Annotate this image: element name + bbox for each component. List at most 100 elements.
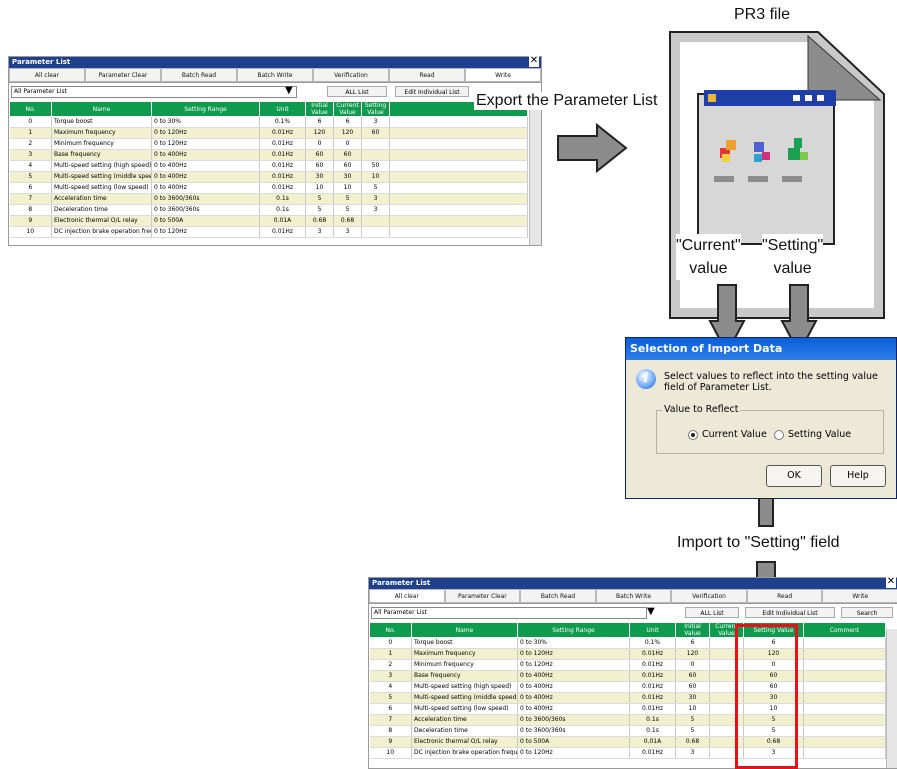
edit-individual-list-button[interactable]: Edit Individual List [745,607,835,618]
table-row[interactable]: 0 Torque boost 0 to 30% 0.1% 6 6 [369,637,886,649]
table-cell: 0.68 [305,215,334,227]
batch-write-button[interactable]: Batch Write [237,68,313,82]
ok-button[interactable]: OK [766,465,822,487]
table-row[interactable]: 8 Deceleration time 0 to 3600/360s 0.1s 5 5 [369,725,886,737]
column-header[interactable]: No. [9,101,52,117]
table-cell-blank [389,226,528,238]
table-cell: 10 [675,703,710,715]
table-cell: 0 to 30% [151,116,260,128]
table-row[interactable]: 3 Base frequency 0 to 400Hz 0.01Hz 60 60 [369,670,886,682]
table-cell: 3 [675,747,710,759]
table-cell: 60 [333,160,362,172]
table-cell: Deceleration time [411,725,518,737]
parameter-list-select[interactable]: All Parameter List [11,86,297,98]
table-row[interactable]: 0 Torque boost 0 to 30% 0.1% 6 6 3 [9,116,528,128]
table-row[interactable]: 4 Multi-speed setting (high speed) 0 to 40… [9,160,528,172]
table-cell: 9 [369,736,412,748]
table-cell: 3 [361,204,390,216]
table-row[interactable]: 7 Acceleration time 0 to 3600/360s 0.1s 5 5 [369,714,886,726]
top-window-title: Parameter List [12,58,71,66]
edit-individual-list-button[interactable]: Edit Individual List [395,86,469,97]
all-clear-button[interactable]: All clear [369,589,445,603]
table-cell [803,670,886,682]
table-cell: 60 [675,670,710,682]
column-header[interactable]: Initial Value [305,101,334,117]
table-row[interactable]: 6 Multi-speed setting (low speed) 0 to 400… [9,182,528,194]
table-cell [803,648,886,660]
top-scrollbar[interactable] [529,99,541,245]
table-cell: 0.1% [629,637,676,649]
write-button[interactable]: Write [822,589,897,603]
table-cell: 30 [333,171,362,183]
column-header[interactable]: Name [411,622,518,638]
table-row[interactable]: 5 Multi-speed setting (middle speed) 0 to … [369,692,886,704]
table-cell: 0 [333,138,362,150]
table-row[interactable]: 3 Base frequency 0 to 400Hz 0.01Hz 60 60 [9,149,528,161]
table-row[interactable]: 6 Multi-speed setting (low speed) 0 to 400… [369,703,886,715]
table-cell: Multi-speed setting (high speed) [51,160,152,172]
pr3-file-label: PR3 file [734,6,791,23]
table-cell-blank [389,215,528,227]
column-header[interactable]: No. [369,622,412,638]
batch-read-button[interactable]: Batch Read [520,589,596,603]
search-button[interactable]: Search [841,607,893,618]
read-button[interactable]: Read [746,589,823,603]
radio-unselected-icon [774,429,784,440]
table-cell: 5 [675,714,710,726]
read-button[interactable]: Read [389,68,465,82]
dropdown-arrow-icon[interactable]: ▼ [647,606,655,618]
all-list-button[interactable]: ALL List [327,86,387,97]
table-row[interactable]: 1 Maximum frequency 0 to 120Hz 0.01Hz 120 120 [369,648,886,660]
setting-value-radio[interactable]: Setting Value [774,429,851,440]
table-cell: 0 to 400Hz [151,171,260,183]
column-header[interactable]: Current Value [333,101,362,117]
batch-read-button[interactable]: Batch Read [161,68,237,82]
table-cell: Electronic thermal O/L relay [411,736,518,748]
table-cell: 6 [9,182,52,194]
parameter-list-select[interactable]: All Parameter List [371,607,647,619]
table-cell: 8 [369,725,412,737]
table-row[interactable]: 9 Electronic thermal O/L relay 0 to 500A 0.… [369,736,886,748]
verification-button[interactable]: Verification [671,589,747,603]
table-row[interactable]: 8 Deceleration time 0 to 3600/360s 0.1s 5 5 3 [9,204,528,216]
table-row[interactable]: 10DC injection brake operation frequency… [369,747,886,759]
column-header[interactable]: Initial Value [675,622,710,638]
table-cell: Acceleration time [51,193,152,205]
current-value-radio[interactable]: Current Value [688,429,767,440]
all-list-button[interactable]: ALL List [685,607,739,618]
table-cell: 6 [675,637,710,649]
close-icon[interactable]: ✕ [886,576,896,588]
column-header[interactable]: Name [51,101,152,117]
write-button[interactable]: Write [465,68,541,82]
parameter-clear-button[interactable]: Parameter Clear [85,68,161,82]
verification-button[interactable]: Verification [313,68,389,82]
column-header[interactable]: Unit [259,101,306,117]
bottom-scrollbar[interactable] [886,629,897,768]
table-row[interactable]: 2 Minimum frequency 0 to 120Hz 0.01Hz 0 0 [9,138,528,150]
column-header[interactable]: Unit [629,622,676,638]
all-clear-button[interactable]: All clear [9,68,85,82]
table-row[interactable]: 7 Acceleration time 0 to 3600/360s 0.1s 5 5 3 [9,193,528,205]
table-row[interactable]: 10DC injection brake operation frequency… [9,226,528,238]
batch-write-button[interactable]: Batch Write [595,589,672,603]
help-button[interactable]: Help [830,465,886,487]
table-cell: 1 [9,127,52,139]
table-row[interactable]: 9 Electronic thermal O/L relay 0 to 500A 0.… [9,215,528,227]
table-cell [803,659,886,671]
table-row[interactable]: 5 Multi-speed setting (middle speed) 0 to … [9,171,528,183]
table-row[interactable]: 2 Minimum frequency 0 to 120Hz 0.01Hz 0 0 [369,659,886,671]
table-cell: 0 to 3600/360s [151,204,260,216]
column-header[interactable]: Setting Value [361,101,390,117]
table-row[interactable]: 4 Multi-speed setting (high speed) 0 to 40… [369,681,886,693]
table-row[interactable]: 1 Maximum frequency 0 to 120Hz 0.01Hz 120 120… [9,127,528,139]
dropdown-arrow-icon[interactable]: ▼ [285,85,293,97]
column-header[interactable]: Setting Range [151,101,260,117]
dialog-message: Select values to reflect into the settin… [664,371,878,393]
table-cell: 0.01Hz [259,149,306,161]
column-header[interactable]: Comment [803,622,886,638]
table-cell: 6 [305,116,334,128]
column-header[interactable]: Setting Range [517,622,630,638]
table-cell: 0 to 400Hz [151,149,260,161]
parameter-clear-button[interactable]: Parameter Clear [444,589,521,603]
close-icon[interactable]: ✕ [529,55,539,67]
